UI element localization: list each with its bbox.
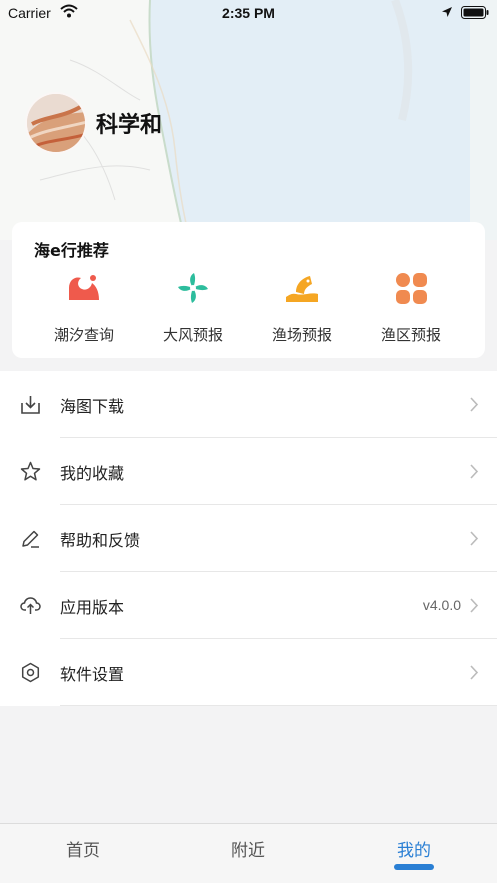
active-tab-indicator [394, 864, 434, 870]
battery-icon [461, 6, 489, 19]
recommend-title: 海e行推荐 [34, 241, 109, 260]
chevron-right-icon [470, 531, 479, 546]
tide-icon [69, 275, 99, 300]
menu-item-label: 帮助和反馈 [60, 531, 141, 550]
avatar[interactable] [25, 92, 87, 154]
menu-item-settings[interactable]: 软件设置 [0, 639, 497, 706]
tab-home[interactable]: 首页 [23, 836, 143, 861]
tab-nearby[interactable]: 附近 [188, 836, 308, 861]
edit-icon [22, 530, 39, 548]
settings-icon [21, 662, 40, 683]
fishery-icon [286, 276, 318, 302]
fishery-forecast-button[interactable]: 渔场预报 [252, 270, 352, 350]
location-arrow-icon [442, 7, 452, 17]
wind-forecast-button[interactable]: 大风预报 [143, 270, 243, 350]
recommend-card: 海e行推荐 潮汐查询 大风预报 渔场预报 渔区预报 [12, 222, 485, 358]
chevron-right-icon [470, 665, 479, 680]
fishing-zone-forecast-button[interactable]: 渔区预报 [361, 270, 461, 350]
menu-item-label: 海图下载 [60, 397, 125, 416]
menu-item-label: 我的收藏 [60, 464, 125, 483]
wind-forecast-label: 大风预报 [162, 326, 223, 344]
chevron-right-icon [470, 598, 479, 613]
fishing-zone-icon [396, 273, 427, 304]
star-icon [20, 461, 41, 481]
divider [60, 705, 497, 706]
status-bar: Carrier 2:35 PM [0, 0, 497, 26]
user-name: 科学和 [96, 113, 163, 138]
profile-header: Carrier 2:35 PM 科学和 [0, 0, 497, 240]
status-time: 2:35 PM [222, 5, 275, 21]
tab-mine[interactable]: 我的 [354, 836, 474, 861]
fishery-forecast-label: 渔场预报 [271, 326, 332, 344]
menu-item-label: 软件设置 [60, 665, 125, 684]
menu-item-app-version[interactable]: 应用版本 v4.0.0 [0, 572, 497, 639]
app-version-value: v4.0.0 [422, 597, 461, 613]
download-icon [21, 396, 40, 414]
menu-list: 海图下载 我的收藏 帮助和反馈 应用版本 v4.0.0 软件设置 [0, 371, 497, 706]
chevron-right-icon [470, 397, 479, 412]
chevron-right-icon [470, 464, 479, 479]
tab-bar: 首页 附近 我的 [0, 823, 497, 883]
fishing-zone-forecast-label: 渔区预报 [380, 326, 441, 344]
tide-query-button[interactable]: 潮汐查询 [34, 270, 134, 350]
menu-item-label: 应用版本 [60, 598, 125, 617]
upload-icon [20, 597, 41, 614]
menu-item-chart-download[interactable]: 海图下载 [0, 371, 497, 438]
menu-item-help-feedback[interactable]: 帮助和反馈 [0, 505, 497, 572]
menu-item-favorites[interactable]: 我的收藏 [0, 438, 497, 505]
tide-query-label: 潮汐查询 [53, 326, 114, 344]
wind-icon [178, 273, 208, 303]
